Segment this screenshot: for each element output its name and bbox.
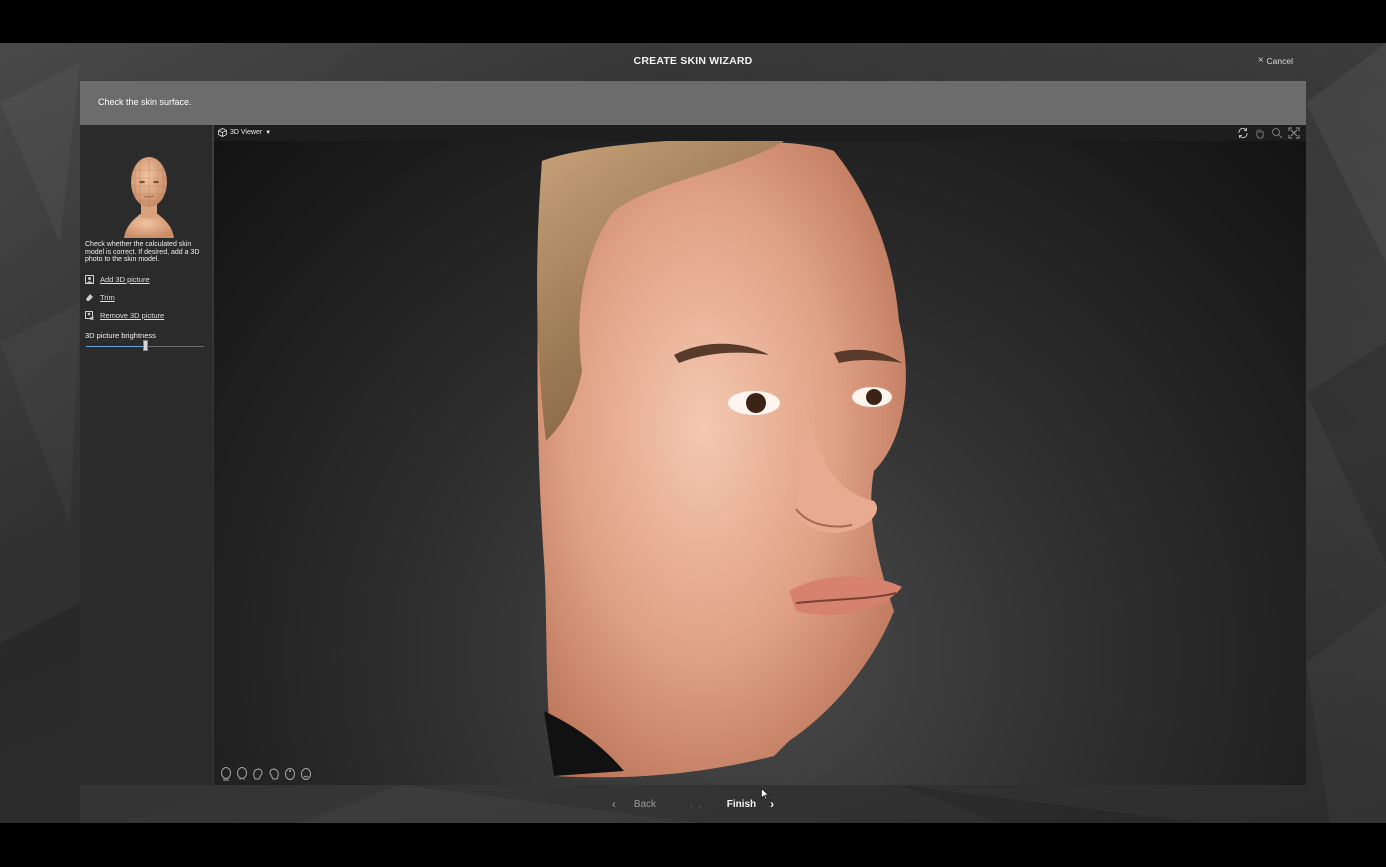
top-view-icon[interactable] — [284, 767, 296, 781]
add-3d-picture-label: Add 3D picture — [100, 275, 150, 284]
brightness-slider-thumb[interactable] — [142, 340, 148, 351]
add-picture-icon — [85, 275, 94, 284]
head-model-icon — [124, 157, 174, 238]
panel-description: Check whether the calculated skin model … — [85, 241, 200, 263]
zoom-icon[interactable] — [1271, 127, 1283, 139]
finish-label: Finish — [726, 798, 757, 810]
3d-face-model[interactable] — [534, 141, 934, 781]
bottom-view-icon[interactable] — [300, 767, 312, 781]
instruction-bar: Check the skin surface. — [80, 81, 1306, 125]
eraser-icon — [86, 294, 93, 301]
letterbox-bottom — [0, 823, 1386, 867]
front-view-icon[interactable] — [220, 767, 232, 781]
remove-picture-icon — [85, 311, 94, 320]
cube-icon — [218, 128, 227, 137]
instruction-text: Check the skin surface. — [98, 97, 192, 107]
fit-view-icon[interactable] — [1288, 127, 1300, 139]
chevron-left-icon: ‹ — [611, 797, 616, 811]
wizard-title: CREATE SKIN WIZARD — [633, 55, 753, 67]
rotate-icon[interactable] — [1237, 127, 1249, 139]
mouse-cursor-icon — [761, 788, 769, 800]
viewer-toolbar: 3D Viewer ▼ — [214, 125, 1306, 141]
letterbox-top — [0, 0, 1386, 43]
remove-3d-picture-label: Remove 3D picture — [100, 311, 165, 320]
pan-hand-icon[interactable] — [1254, 127, 1266, 139]
viewer-mode-label: 3D Viewer — [230, 129, 263, 136]
footer-navigation: ‹ Back . . Finish › — [0, 795, 1386, 813]
finish-button[interactable]: Finish › — [726, 797, 775, 811]
back-label: Back — [633, 798, 657, 810]
3d-viewer[interactable]: 3D Viewer ▼ — [214, 125, 1306, 785]
close-icon: × — [1257, 55, 1264, 66]
left-panel: Check whether the calculated skin model … — [80, 125, 212, 785]
view-presets — [220, 767, 312, 781]
trim-link[interactable]: Trim — [85, 293, 115, 302]
cancel-label: Cancel — [1266, 56, 1293, 66]
viewer-mode-select[interactable]: 3D Viewer ▼ — [218, 128, 271, 137]
remove-3d-picture-link[interactable]: Remove 3D picture — [85, 311, 164, 320]
chevron-right-icon: › — [770, 797, 775, 811]
trim-label: Trim — [100, 293, 115, 302]
cancel-button[interactable]: × Cancel — [1257, 55, 1293, 67]
back-button[interactable]: ‹ Back — [611, 797, 657, 811]
step-dots: . . — [690, 799, 703, 809]
wizard-window: CREATE SKIN WIZARD × Cancel Check the sk… — [0, 43, 1386, 823]
viewer-tools — [1237, 127, 1300, 139]
add-3d-picture-link[interactable]: Add 3D picture — [85, 275, 150, 284]
left-view-icon[interactable] — [252, 767, 264, 781]
back-view-icon[interactable] — [236, 767, 248, 781]
brightness-slider-fill — [86, 346, 145, 347]
right-view-icon[interactable] — [268, 767, 280, 781]
chevron-down-icon: ▼ — [265, 129, 272, 136]
brightness-label: 3D picture brightness — [85, 331, 156, 340]
